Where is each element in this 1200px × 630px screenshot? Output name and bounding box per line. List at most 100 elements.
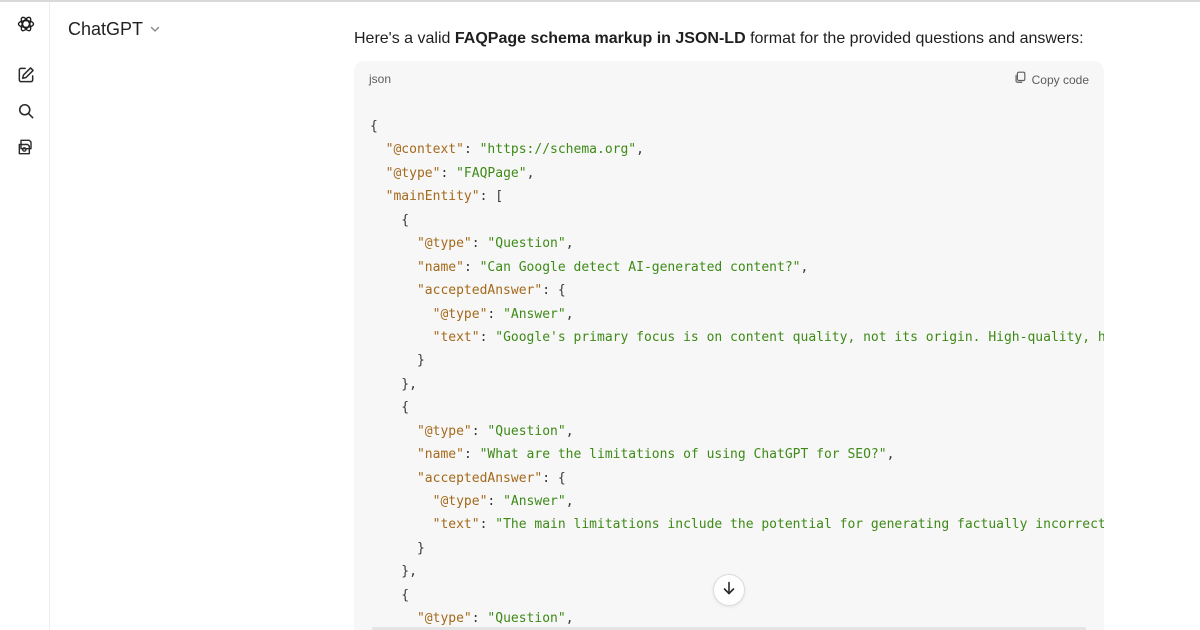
code-punctuation: : [ xyxy=(479,189,504,205)
code-line: "text": "Google's primary focus is on co… xyxy=(370,326,1104,349)
code-line: { xyxy=(370,209,1104,232)
code-punctuation: : { xyxy=(542,470,566,486)
copy-code-button[interactable]: Copy code xyxy=(1013,70,1089,89)
code-punctuation xyxy=(370,283,417,298)
chatgpt-logo-button[interactable] xyxy=(12,12,40,40)
chevron-down-icon xyxy=(149,23,161,35)
code-line: "@type": "Answer", xyxy=(370,303,1104,326)
code-punctuation: }, xyxy=(370,376,417,392)
code-punctuation: : xyxy=(440,165,457,181)
code-punctuation xyxy=(370,307,433,322)
code-json-key: "mainEntity" xyxy=(385,189,480,205)
code-punctuation xyxy=(370,424,417,439)
search-chats-button[interactable] xyxy=(12,99,40,127)
code-punctuation xyxy=(370,330,433,345)
code-punctuation: : xyxy=(471,236,488,252)
code-line: "mainEntity": [ xyxy=(370,185,1104,208)
code-json-key: "@context" xyxy=(385,142,464,158)
code-line: "@type": "FAQPage", xyxy=(370,162,1104,185)
code-punctuation: , xyxy=(636,142,644,158)
code-line: "name": "What are the limitations of usi… xyxy=(370,443,1104,466)
code-json-key: "@type" xyxy=(385,165,441,181)
sidebar-rail xyxy=(0,2,50,630)
code-line: }, xyxy=(370,373,1104,396)
copy-icon xyxy=(1013,70,1027,89)
code-content: { "@context": "https://schema.org", "@ty… xyxy=(370,115,1104,630)
code-punctuation: , xyxy=(565,236,574,252)
code-line: { xyxy=(370,396,1104,419)
code-line: } xyxy=(370,349,1104,372)
code-punctuation: { xyxy=(370,212,410,228)
code-json-string: "What are the limitations of using ChatG… xyxy=(479,447,887,463)
code-json-string: "Question" xyxy=(487,236,566,252)
code-block: json Copy code { "@context": "https://sc… xyxy=(354,61,1104,630)
code-punctuation: : xyxy=(471,423,488,439)
code-json-string: "The main limitations include the potent… xyxy=(495,517,1104,533)
code-json-key: "@type" xyxy=(432,306,488,322)
code-json-key: "@type" xyxy=(432,494,488,509)
code-punctuation: : xyxy=(479,329,496,345)
code-punctuation: : xyxy=(487,494,504,509)
code-json-key: "name" xyxy=(416,447,464,463)
code-language-label: json xyxy=(369,72,392,86)
code-punctuation xyxy=(370,471,417,486)
code-line: "@type": "Question", xyxy=(370,232,1104,255)
explore-gpts-button[interactable] xyxy=(12,135,40,163)
code-json-key: "@type" xyxy=(416,611,472,627)
code-punctuation: : xyxy=(479,517,496,533)
intro-text-bold: FAQPage schema markup in JSON-LD xyxy=(454,30,746,47)
code-punctuation: , xyxy=(565,494,574,509)
code-punctuation: : xyxy=(463,142,480,158)
code-punctuation: { xyxy=(370,119,378,134)
window-top-border xyxy=(0,0,1200,2)
code-punctuation xyxy=(370,447,417,462)
scroll-to-bottom-button[interactable] xyxy=(713,574,745,606)
code-punctuation xyxy=(370,611,417,626)
assistant-message-intro: Here's a valid FAQPage schema markup in … xyxy=(354,30,1084,48)
code-json-key: "@type" xyxy=(416,423,472,439)
code-json-string: "Answer" xyxy=(503,494,566,509)
intro-text-suffix: format for the provided questions and an… xyxy=(745,30,1084,47)
code-punctuation xyxy=(370,260,417,275)
code-json-string: "Can Google detect AI-generated content?… xyxy=(479,259,801,275)
code-json-string: "FAQPage" xyxy=(456,165,527,181)
code-block-header: json Copy code xyxy=(354,61,1104,97)
intro-text-prefix: Here's a valid xyxy=(354,30,455,47)
code-punctuation xyxy=(370,189,386,204)
code-punctuation xyxy=(370,494,433,509)
copy-code-label: Copy code xyxy=(1031,72,1089,87)
code-line: "@type": "Question", xyxy=(370,420,1104,443)
arrow-down-icon xyxy=(721,580,737,601)
code-punctuation: { xyxy=(370,587,410,603)
code-json-key: "text" xyxy=(432,329,480,345)
code-punctuation: , xyxy=(565,423,574,439)
search-icon xyxy=(16,101,36,126)
code-line: "text": "The main limitations include th… xyxy=(370,513,1104,536)
new-chat-icon xyxy=(16,65,36,90)
code-punctuation: { xyxy=(370,400,410,416)
code-json-string: "Question" xyxy=(487,611,566,627)
new-chat-button[interactable] xyxy=(12,63,40,91)
code-punctuation: , xyxy=(526,165,535,181)
code-punctuation: }, xyxy=(370,564,417,580)
code-punctuation: } xyxy=(370,540,425,556)
code-punctuation: : xyxy=(463,447,480,463)
code-punctuation: , xyxy=(565,611,574,627)
model-selector[interactable]: ChatGPT xyxy=(68,16,161,42)
code-line: "acceptedAnswer": { xyxy=(370,279,1104,302)
code-line: } xyxy=(370,537,1104,560)
chatgpt-logo-icon xyxy=(16,14,36,39)
code-punctuation: : { xyxy=(542,283,566,299)
code-punctuation: , xyxy=(800,259,809,275)
code-punctuation: : xyxy=(463,259,480,275)
code-punctuation xyxy=(370,517,433,532)
code-json-key: "@type" xyxy=(416,236,472,252)
code-json-key: "name" xyxy=(416,259,464,275)
code-json-string: "Answer" xyxy=(503,306,566,322)
code-punctuation: : xyxy=(487,306,504,322)
code-punctuation xyxy=(370,166,386,181)
code-punctuation: , xyxy=(565,306,574,322)
code-line: { xyxy=(370,115,1104,138)
code-json-key: "acceptedAnswer" xyxy=(416,283,543,299)
code-json-key: "acceptedAnswer" xyxy=(416,470,543,486)
